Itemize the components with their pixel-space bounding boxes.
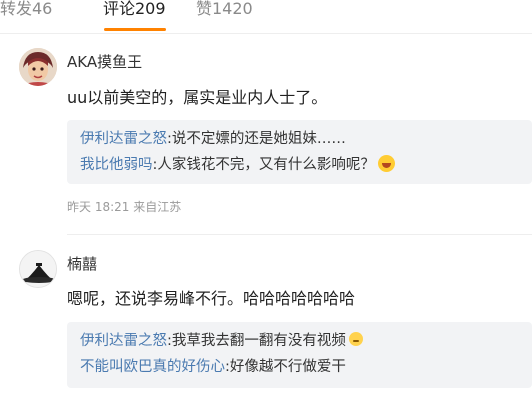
reply-item: 不能叫欧巴真的好伤心:好像越不行做爱干	[80, 357, 346, 377]
active-tab-indicator	[104, 28, 166, 31]
comment-text: uu以前美空的，属实是业内人士了。	[67, 88, 328, 107]
reply-item: 伊利达雷之怒:说不定嫖的还是她姐妹……	[80, 129, 346, 149]
comment-username[interactable]: 楠囍	[67, 254, 97, 274]
comment-divider	[67, 234, 532, 235]
tabs-divider	[0, 33, 532, 34]
reply-username[interactable]: 我比他弱吗	[80, 157, 153, 173]
tab-comments[interactable]: 评论209	[103, 0, 166, 20]
avatar-illustrated-portrait	[19, 48, 57, 86]
reply-text: :好像越不行做爱干	[225, 359, 346, 375]
tab-likes[interactable]: 赞1420	[196, 0, 253, 20]
reply-username[interactable]: 不能叫欧巴真的好伤心	[80, 359, 225, 375]
reply-username[interactable]: 伊利达雷之怒	[80, 131, 167, 147]
avatar-black-hat	[20, 251, 56, 287]
reply-item: 伊利达雷之怒:我草我去翻一翻有没有视频	[80, 331, 363, 351]
user-avatar[interactable]	[19, 250, 57, 288]
user-avatar[interactable]	[19, 48, 57, 86]
comment-text: 嗯呢，还说李易峰不行。哈哈哈哈哈哈哈	[67, 289, 356, 308]
reply-text: :说不定嫖的还是她姐妹……	[167, 131, 346, 147]
reply-box: 伊利达雷之怒:说不定嫖的还是她姐妹…… 我比他弱吗:人家钱花不完，又有什么影响呢…	[67, 120, 532, 184]
rolling-laugh-emoji-icon	[377, 155, 395, 172]
reply-username[interactable]: 伊利达雷之怒	[80, 333, 167, 349]
comment-tabs: 转发46 评论209 赞1420	[0, 0, 532, 34]
tab-reposts[interactable]: 转发46	[0, 0, 52, 20]
reply-text: :我草我去翻一翻有没有视频	[167, 333, 346, 349]
thinking-emoji-icon	[348, 332, 363, 346]
reply-box: 伊利达雷之怒:我草我去翻一翻有没有视频 不能叫欧巴真的好伤心:好像越不行做爱干	[67, 322, 532, 388]
comment-username[interactable]: AKA摸鱼王	[67, 52, 142, 72]
reply-text: :人家钱花不完，又有什么影响呢？	[152, 157, 375, 173]
comment-timestamp: 昨天 18:21 来自江苏	[67, 200, 182, 214]
reply-item: 我比他弱吗:人家钱花不完，又有什么影响呢？	[80, 155, 395, 175]
